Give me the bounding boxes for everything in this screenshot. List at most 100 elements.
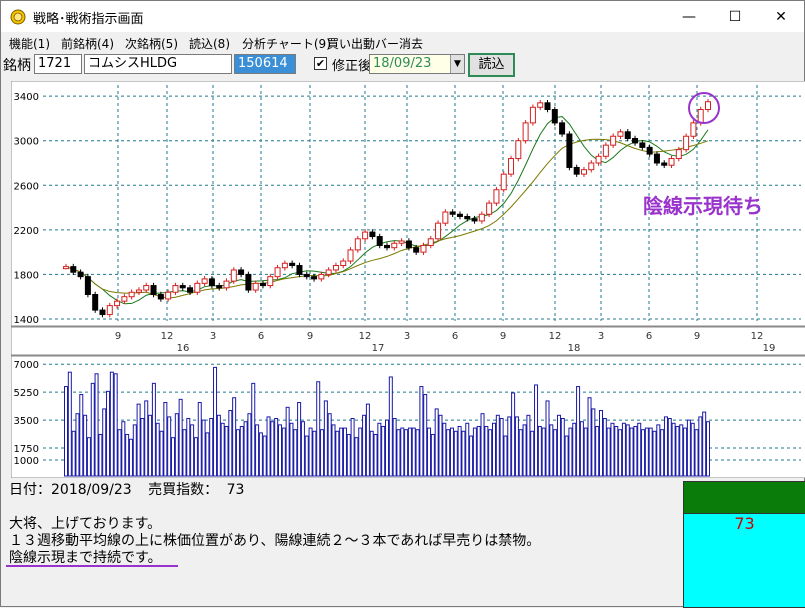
volume-bar	[64, 386, 68, 477]
candle-up	[318, 273, 325, 280]
volume-bar	[67, 371, 72, 477]
candle-up	[617, 131, 624, 137]
number-field[interactable]: 150614	[234, 54, 296, 74]
candle-down	[238, 269, 245, 275]
volume-bar	[419, 386, 424, 477]
candle-up	[128, 291, 135, 298]
candle-down	[573, 166, 580, 175]
close-button[interactable]: ✕	[758, 1, 804, 32]
volume-bar	[136, 403, 141, 477]
volume-bar	[98, 433, 103, 477]
title-bar[interactable]: 戦略･戦術指示画面 — ☐ ✕	[1, 1, 804, 32]
volume-bar	[125, 433, 130, 477]
volume-bar	[342, 427, 347, 477]
menu-item-next-stock[interactable]: 次銘柄(5)	[125, 35, 178, 52]
maximize-button[interactable]: ☐	[712, 1, 758, 32]
volume-bar	[556, 414, 561, 477]
volume-bar	[213, 366, 218, 477]
volume-bar	[545, 400, 550, 477]
candle-up	[223, 280, 230, 289]
volume-bar	[167, 416, 172, 477]
volume-bar	[262, 435, 267, 477]
candle-up	[508, 158, 515, 175]
price-tick-label: 1400	[14, 315, 39, 326]
volume-bar	[568, 427, 573, 477]
volume-bar	[595, 425, 600, 477]
volume-bar	[656, 424, 661, 477]
volume-bar	[461, 430, 466, 477]
minimize-button[interactable]: —	[666, 1, 712, 32]
menu-item-prev-stock[interactable]: 前銘柄(4)	[61, 35, 114, 52]
volume-bar	[209, 418, 214, 477]
candle-up	[347, 249, 354, 262]
volume-bar	[300, 421, 305, 477]
volume-bar	[564, 435, 569, 477]
volume-bar	[331, 424, 336, 477]
candle-up	[602, 144, 609, 157]
read-button[interactable]: 読込	[468, 53, 515, 77]
volume-bar	[396, 429, 401, 477]
menu-item-load[interactable]: 読込(8)	[189, 35, 230, 52]
stock-name-field[interactable]: コムシスHLDG	[84, 54, 232, 74]
stock-code-field[interactable]: 1721	[34, 54, 82, 74]
chevron-down-icon[interactable]: ▼	[450, 55, 464, 73]
volume-bar	[614, 425, 619, 477]
price-tick-label: 2600	[14, 181, 39, 192]
menu-item-analysis-chart[interactable]: 分析チャート(9)	[242, 35, 331, 52]
candle-up	[172, 285, 179, 293]
year-tick-label: 17	[372, 343, 385, 354]
month-tick-label: 12	[161, 331, 174, 342]
volume-bar	[706, 421, 710, 477]
candle-up	[493, 189, 500, 204]
volume-bar	[155, 422, 160, 477]
candle-down	[99, 309, 106, 316]
volume-bar	[499, 418, 504, 477]
volume-bar	[201, 419, 206, 477]
volume-bar	[446, 429, 451, 477]
volume-bar	[293, 429, 298, 477]
price-tick-label: 3400	[14, 92, 39, 103]
candle-up	[610, 135, 617, 146]
menu-item-clear-buy-bar[interactable]: 買い出動バー消去	[327, 35, 423, 52]
candle-down	[92, 293, 99, 311]
volume-bar	[579, 421, 584, 477]
volume-bar	[507, 416, 512, 477]
candle-down	[208, 278, 215, 287]
window: 戦略･戦術指示画面 — ☐ ✕ 機能(1) 前銘柄(4) 次銘柄(5) 読込(8…	[0, 0, 805, 608]
volume-bar	[472, 427, 477, 477]
volume-bar	[86, 437, 91, 477]
volume-bar	[641, 429, 646, 477]
volume-bar	[255, 424, 260, 477]
candle-up	[325, 269, 332, 275]
candle-down	[296, 265, 303, 275]
candle-up	[522, 122, 529, 142]
volume-bar	[526, 414, 531, 477]
candle-down	[369, 231, 376, 238]
date-select[interactable]: 18/09/23 ▼	[369, 54, 465, 74]
adjusted-label: 修正後	[332, 59, 372, 74]
index-label: 売買指数：	[148, 482, 219, 498]
menu-item-function[interactable]: 機能(1)	[9, 35, 50, 52]
volume-bar	[251, 382, 256, 477]
candle-up	[230, 269, 237, 282]
candle-up	[281, 262, 288, 269]
volume-bar	[652, 430, 657, 477]
volume-bar	[308, 427, 313, 477]
volume-bar	[128, 438, 133, 477]
candle-up	[201, 278, 208, 284]
candle-up	[529, 106, 536, 124]
volume-bar	[541, 427, 546, 477]
volume-bar	[205, 432, 210, 477]
volume-bar	[484, 425, 489, 477]
candle-up	[697, 109, 704, 124]
volume-bar	[335, 430, 340, 477]
volume-tick-label: 5250	[14, 388, 39, 399]
candle-up	[267, 276, 274, 287]
adjusted-checkbox[interactable]: ✔	[314, 57, 327, 70]
volume-bar	[171, 437, 175, 477]
volume-bar	[339, 427, 344, 477]
volume-bar	[633, 425, 638, 477]
volume-bar	[629, 427, 634, 477]
volume-bar	[404, 429, 409, 477]
volume-bar	[606, 427, 611, 477]
